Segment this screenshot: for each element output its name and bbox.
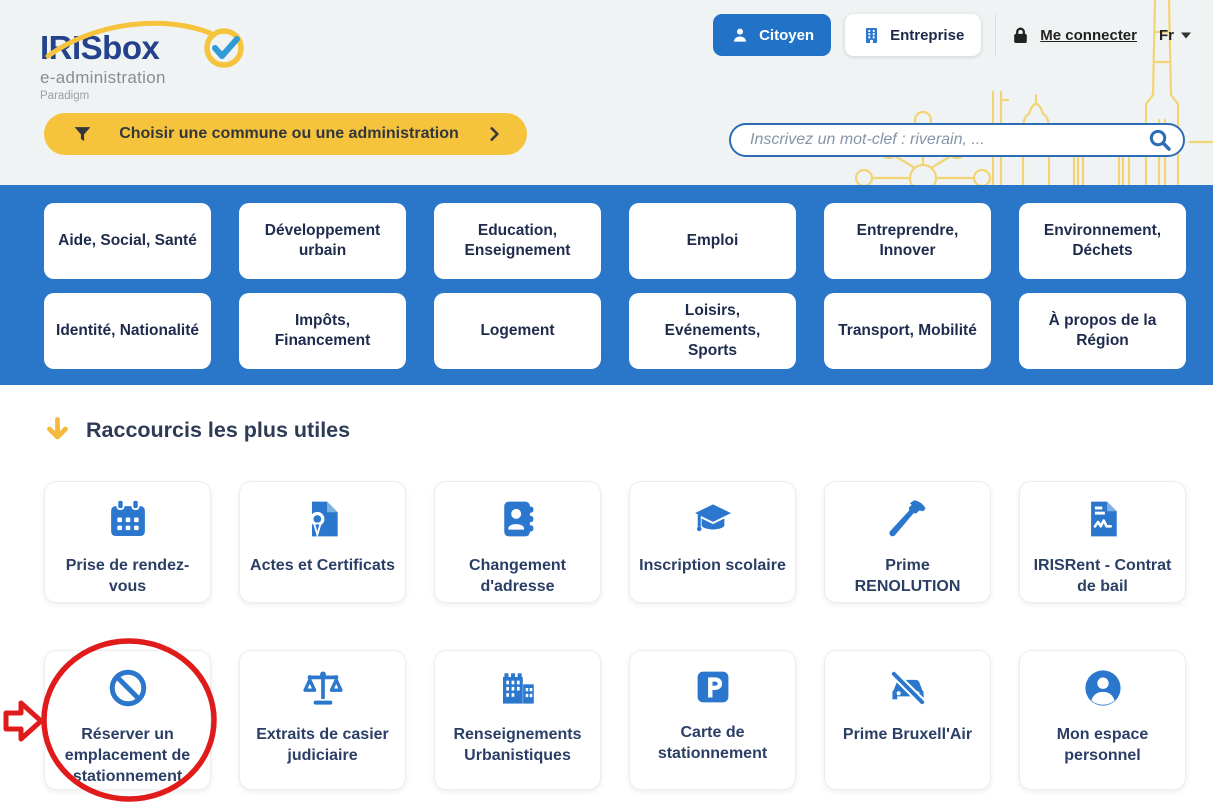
calendar-icon [106, 497, 150, 541]
account-row: Citoyen Entreprise [713, 13, 1191, 57]
category-band: Aide, Social, Santé Développement urbain… [0, 185, 1213, 385]
category-emploi[interactable]: Emploi [629, 203, 796, 279]
lease-document-icon [1081, 497, 1125, 541]
citoyen-label: Citoyen [759, 27, 814, 44]
no-entry-icon [106, 666, 150, 710]
card-label: Inscription scolaire [639, 556, 786, 577]
shortcut-card-grid: Prise de rendez-vous Actes et Certificat… [44, 481, 1186, 790]
citoyen-button[interactable]: Citoyen [713, 14, 831, 56]
filter-icon [72, 124, 93, 145]
card-carte-de-stationnement[interactable]: Carte de stationnement [629, 650, 796, 790]
category-grid: Aide, Social, Santé Développement urbain… [44, 203, 1186, 369]
card-reserver-emplacement-stationnement[interactable]: Réserver un emplacement de stationnement [44, 650, 211, 790]
shortcuts-heading: Raccourcis les plus utiles [44, 416, 350, 444]
category-logement[interactable]: Logement [434, 293, 601, 369]
card-prime-renolution[interactable]: Prime RENOLUTION [824, 481, 991, 603]
hammer-icon [886, 497, 930, 541]
category-developpement-urbain[interactable]: Développement urbain [239, 203, 406, 279]
card-label: Actes et Certificats [250, 556, 395, 577]
entreprise-button[interactable]: Entreprise [845, 14, 981, 56]
card-actes-et-certificats[interactable]: Actes et Certificats [239, 481, 406, 603]
card-label: Prime Bruxell'Air [843, 725, 972, 746]
graduation-cap-icon [690, 497, 736, 541]
logo-subtitle: e-administration [40, 68, 166, 88]
card-inscription-scolaire[interactable]: Inscription scolaire [629, 481, 796, 603]
lock-icon [1010, 25, 1031, 46]
card-changement-adresse[interactable]: Changement d'adresse [434, 481, 601, 603]
category-a-propos-region[interactable]: À propos de la Région [1019, 293, 1186, 369]
card-label: IRISRent - Contrat de bail [1028, 556, 1177, 598]
entreprise-label: Entreprise [890, 27, 964, 44]
login-label: Me connecter [1040, 27, 1137, 44]
card-label: Changement d'adresse [443, 556, 592, 598]
irisbox-homepage: IRISbox e-administration Paradigm Citoye… [0, 0, 1213, 810]
chevron-right-icon [485, 125, 503, 143]
annotation-red-arrow [6, 703, 41, 739]
card-label: Réserver un emplacement de stationnement [53, 725, 202, 787]
card-label: Carte de stationnement [638, 723, 787, 765]
card-prime-bruxellair[interactable]: Prime Bruxell'Air [824, 650, 991, 790]
choose-commune-button[interactable]: Choisir une commune ou une administratio… [44, 113, 527, 155]
category-identite-nationalite[interactable]: Identité, Nationalité [44, 293, 211, 369]
arrow-down-icon [44, 416, 71, 444]
choose-commune-label: Choisir une commune ou une administratio… [93, 125, 485, 143]
search-input[interactable] [729, 123, 1185, 157]
car-crossed-icon [885, 666, 931, 710]
search-icon [1147, 127, 1173, 153]
person-icon [730, 25, 750, 45]
search-bar [729, 123, 1185, 157]
card-mon-espace-personnel[interactable]: Mon espace personnel [1019, 650, 1186, 790]
header: IRISbox e-administration Paradigm Citoye… [0, 0, 1213, 185]
card-label: Renseignements Urbanistiques [443, 725, 592, 767]
card-label: Prime RENOLUTION [833, 556, 982, 598]
irisbox-logo[interactable]: IRISbox e-administration Paradigm [40, 8, 255, 108]
building-icon [862, 26, 881, 45]
category-impots-financement[interactable]: Impôts, Financement [239, 293, 406, 369]
language-label: Fr [1159, 27, 1174, 44]
category-environnement-dechets[interactable]: Environnement, Déchets [1019, 203, 1186, 279]
category-transport-mobilite[interactable]: Transport, Mobilité [824, 293, 991, 369]
logo-wordmark: IRISbox [40, 29, 159, 67]
language-selector[interactable]: Fr [1159, 27, 1191, 44]
card-renseignements-urbanistiques[interactable]: Renseignements Urbanistiques [434, 650, 601, 790]
header-content: IRISbox e-administration Paradigm Citoye… [0, 0, 1213, 185]
city-buildings-icon [495, 666, 541, 710]
shortcuts-title: Raccourcis les plus utiles [86, 418, 350, 443]
category-entreprendre-innover[interactable]: Entreprendre, Innover [824, 203, 991, 279]
caret-down-icon [1181, 32, 1191, 39]
category-loisirs-evenements-sports[interactable]: Loisirs, Evénements, Sports [629, 293, 796, 369]
certificate-icon [301, 497, 345, 541]
card-prise-de-rendez-vous[interactable]: Prise de rendez-vous [44, 481, 211, 603]
category-aide-social-sante[interactable]: Aide, Social, Santé [44, 203, 211, 279]
parking-icon [692, 666, 734, 708]
scales-icon [300, 666, 346, 710]
header-divider [995, 14, 996, 56]
card-extraits-casier-judiciaire[interactable]: Extraits de casier judiciaire [239, 650, 406, 790]
search-button[interactable] [1147, 127, 1173, 153]
card-label: Prise de rendez-vous [53, 556, 202, 598]
card-label: Extraits de casier judiciaire [248, 725, 397, 767]
address-book-icon [496, 497, 540, 541]
card-label: Mon espace personnel [1028, 725, 1177, 767]
logo-tagline: Paradigm [40, 90, 89, 102]
category-education-enseignement[interactable]: Education, Enseignement [434, 203, 601, 279]
login-link[interactable]: Me connecter [1010, 25, 1137, 46]
person-circle-icon [1081, 666, 1125, 710]
card-irisrent-contrat-de-bail[interactable]: IRISRent - Contrat de bail [1019, 481, 1186, 603]
